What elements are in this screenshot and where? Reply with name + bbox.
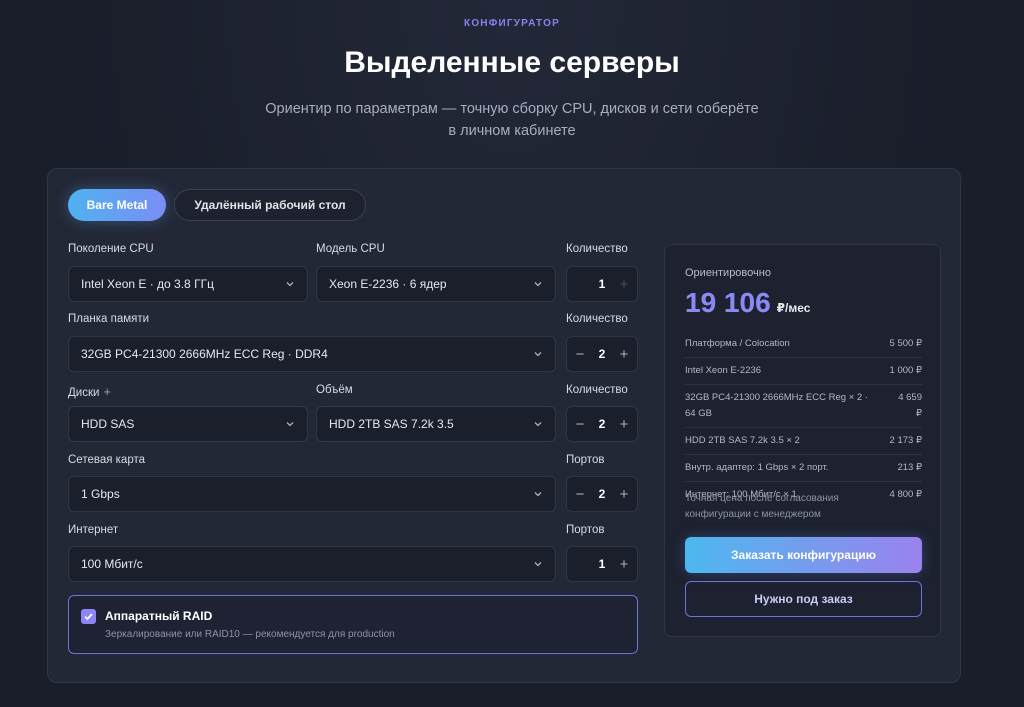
nic-ports-stepper[interactable]: − 2 + (566, 476, 638, 512)
check-icon (84, 613, 93, 621)
plus-icon[interactable]: + (613, 477, 635, 511)
cpu-gen-value: Intel Xeon E · до 3.8 ГГц (81, 277, 214, 291)
tab-remote-desktop[interactable]: Удалённый рабочий стол (174, 189, 366, 221)
chevron-down-icon (286, 422, 294, 427)
line-item: Intel Xeon E-2236 1 000 ₽ (685, 358, 922, 385)
price-value: 19 106 (685, 287, 771, 318)
line-item-amount: 5 500 ₽ (889, 338, 922, 349)
cpu-gen-select[interactable]: Intel Xeon E · до 3.8 ГГц (68, 266, 308, 302)
line-item-name: HDD 2TB SAS 7.2k 3.5 × 2 (685, 435, 800, 446)
line-item: Внутр. адаптер: 1 Gbps × 2 порт. 213 ₽ (685, 455, 922, 482)
chevron-down-icon (534, 352, 542, 357)
internet-ports-value: 1 (598, 557, 606, 571)
raid-checkbox[interactable] (81, 609, 96, 624)
nic-ports-value: 2 (598, 487, 606, 501)
summary-label: Ориентировочно (685, 267, 771, 279)
chevron-down-icon (534, 562, 542, 567)
page-title: Выделенные серверы (344, 46, 680, 79)
ram-select[interactable]: 32GB PC4-21300 2666MHz ECC Reg · DDR4 (68, 336, 556, 372)
nic-select[interactable]: 1 Gbps (68, 476, 556, 512)
cpu-gen-label: Поколение CPU (68, 243, 154, 255)
price: 19 106 ₽/мес (685, 287, 810, 319)
cpu-model-value: Xeon E-2236 · 6 ядер (329, 277, 447, 291)
ram-qty-stepper[interactable]: − 2 + (566, 336, 638, 372)
configurator-card: Bare Metal Удалённый рабочий стол Поколе… (47, 168, 961, 683)
chevron-down-icon (534, 492, 542, 497)
line-item: Платформа / Colocation 5 500 ₽ (685, 331, 922, 358)
ram-value: 32GB PC4-21300 2666MHz ECC Reg · DDR4 (81, 347, 328, 361)
plus-icon[interactable]: + (613, 267, 635, 301)
volume-value: HDD 2TB SAS 7.2k 3.5 (329, 417, 454, 431)
cpu-qty-value: 1 (598, 277, 606, 291)
internet-value: 100 Мбит/с (81, 557, 143, 571)
nic-label: Сетевая карта (68, 454, 146, 466)
custom-order-button[interactable]: Нужно под заказ (685, 581, 922, 617)
disk-qty-stepper[interactable]: − 2 + (566, 406, 638, 442)
line-item-name: 32GB PC4-21300 2666MHz ECC Reg × 2 · 64 … (685, 392, 868, 419)
line-items: Платформа / Colocation 5 500 ₽ Intel Xeo… (685, 331, 922, 508)
price-summary: Ориентировочно 19 106 ₽/мес Платформа / … (664, 244, 941, 637)
cpu-qty-label: Количество (566, 243, 628, 255)
disk-qty-label: Количество (566, 384, 628, 396)
chevron-down-icon (534, 282, 542, 287)
price-note: Точная цена после согласования конфигура… (685, 493, 839, 520)
line-item-amount: 4 659 ₽ (898, 392, 922, 419)
ram-qty-label: Количество (566, 313, 628, 325)
volume-label: Объём (316, 384, 353, 396)
internet-ports-stepper[interactable]: 1 + (566, 546, 638, 582)
cpu-model-label: Модель CPU (316, 243, 385, 255)
internet-label: Интернет (68, 524, 119, 536)
minus-icon[interactable]: − (569, 337, 591, 371)
internet-select[interactable]: 100 Мбит/с (68, 546, 556, 582)
disks-value: HDD SAS (81, 417, 135, 431)
line-item-amount: 2 173 ₽ (889, 435, 922, 446)
minus-icon[interactable]: − (569, 477, 591, 511)
order-configuration-button[interactable]: Заказать конфигурацию (685, 537, 922, 573)
cpu-model-select[interactable]: Xeon E-2236 · 6 ядер (316, 266, 556, 302)
raid-description: Зеркалирование или RAID10 — рекомендуетс… (105, 629, 395, 640)
page-subtitle: Ориентир по параметрам — точную сборку C… (265, 101, 759, 139)
line-item-amount: 1 000 ₽ (889, 365, 922, 376)
cpu-qty-stepper[interactable]: 1 + (566, 266, 638, 302)
nic-value: 1 Gbps (81, 487, 120, 501)
page: КОНФИГУРАТОР Выделенные серверы Ориентир… (0, 0, 1024, 707)
plus-icon[interactable]: + (613, 337, 635, 371)
line-item: HDD 2TB SAS 7.2k 3.5 × 2 2 173 ₽ (685, 428, 922, 455)
disks-select[interactable]: HDD SAS (68, 406, 308, 442)
raid-option[interactable]: Аппаратный RAID Зеркалирование или RAID1… (68, 595, 638, 654)
line-item-amount: 213 ₽ (897, 462, 922, 473)
line-item: 32GB PC4-21300 2666MHz ECC Reg × 2 · 64 … (685, 385, 922, 428)
chevron-down-icon (534, 422, 542, 427)
raid-title: Аппаратный RAID (105, 609, 213, 623)
ram-label: Планка памяти (68, 313, 150, 325)
volume-select[interactable]: HDD 2TB SAS 7.2k 3.5 (316, 406, 556, 442)
internet-ports-label: Портов (566, 524, 605, 536)
minus-icon[interactable]: − (569, 407, 591, 441)
disk-qty-value: 2 (598, 417, 606, 431)
disks-label: Диски (68, 387, 100, 399)
nic-ports-label: Портов (566, 454, 605, 466)
add-disk-icon[interactable]: + (103, 384, 111, 399)
plus-icon[interactable]: + (613, 407, 635, 441)
line-item-name: Внутр. адаптер: 1 Gbps × 2 порт. (685, 462, 829, 473)
plus-icon[interactable]: + (613, 547, 635, 581)
line-item-name: Intel Xeon E-2236 (685, 365, 762, 376)
eyebrow-label: КОНФИГУРАТОР (464, 18, 560, 29)
line-item-name: Платформа / Colocation (685, 338, 790, 349)
disks-label-row: Диски + (68, 384, 111, 399)
ram-qty-value: 2 (598, 347, 606, 361)
chevron-down-icon (286, 282, 294, 287)
tab-bare-metal[interactable]: Bare Metal (68, 189, 166, 221)
price-unit: ₽/мес (776, 301, 811, 315)
